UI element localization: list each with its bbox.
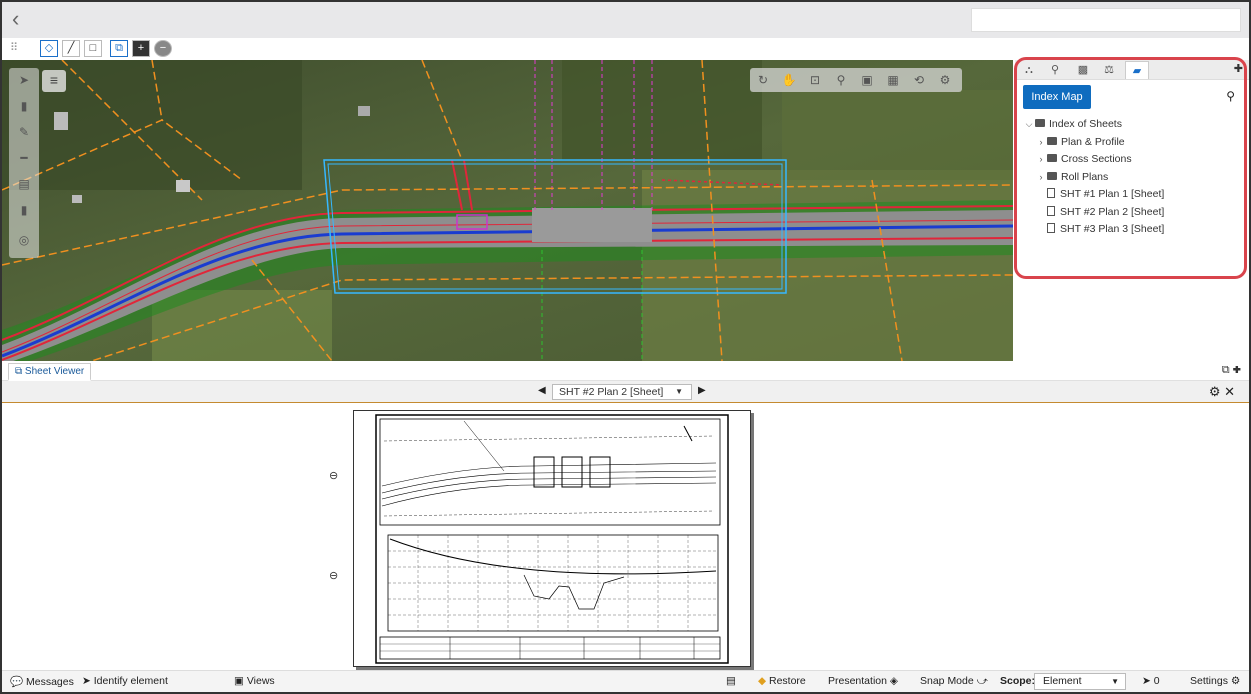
sheet-viewer-icon: ⧉ (15, 366, 25, 377)
close-icon[interactable]: ✕ (1224, 384, 1235, 399)
restore-label: Restore (769, 675, 806, 687)
snap-mode-button[interactable]: Snap Mode ⤻ (920, 675, 988, 688)
snap-icon: ⤻ (976, 675, 988, 687)
tab-sheet-viewer[interactable]: ⧉ Sheet Viewer (8, 363, 92, 381)
restore-button[interactable]: ◆ Restore (758, 675, 806, 687)
views-button[interactable]: ▣ Views (234, 675, 275, 687)
cursor-icon: ➤ (1142, 675, 1151, 687)
remove-selection-icon[interactable]: − (154, 40, 172, 57)
selection-count[interactable]: ➤ 0 (1142, 675, 1160, 687)
identify-element-button[interactable]: ➤ Identify element (82, 675, 168, 687)
select-point-icon[interactable]: ◇ (40, 40, 58, 57)
selection-mode-icon[interactable]: ⧉ (110, 40, 128, 57)
line-tool-icon[interactable]: ━ (15, 150, 33, 166)
highlight-callout (1014, 57, 1247, 279)
measure-icon[interactable]: ▮ (15, 98, 33, 114)
section-marker-icon[interactable]: ⊖ (329, 469, 338, 482)
sheet-dropdown[interactable]: SHT #2 Plan 2 [Sheet] ▼ (552, 384, 692, 400)
sheet-dropdown-value: SHT #2 Plan 2 [Sheet] (559, 386, 664, 398)
identify-label: Identify element (93, 675, 168, 687)
presentation-icon: ◈ (889, 675, 898, 687)
scope-value: Element (1043, 675, 1082, 687)
top-search-input[interactable] (971, 8, 1241, 32)
sheet-navigation-bar: ◀ SHT #2 Plan 2 [Sheet] ▼ ▶ ⚙ ✕ (2, 381, 1249, 403)
settings-label: Settings (1190, 675, 1228, 687)
hamburger-menu-icon[interactable]: ≡ (42, 70, 66, 92)
scope-label: Scope: (1000, 675, 1036, 687)
zoom-icon[interactable]: ⚲ (832, 71, 850, 89)
title-bar: ‹ (2, 2, 1249, 38)
app-window: ‹ ⠿ ◇ ╱ □ ⧉ + − ➤ ▮ ✎ ━ ▤ ▮ ◎ ≡ ↻ ✋ ⊡ ⚲ … (0, 0, 1251, 694)
pin-icon[interactable]: ✚ (1233, 364, 1241, 376)
section-marker-icon[interactable]: ⊖ (329, 569, 338, 582)
tab-sheet-viewer-label: Sheet Viewer (24, 366, 85, 377)
chevron-left-icon[interactable]: ‹ (12, 8, 34, 32)
views-label: Views (246, 675, 275, 687)
popout-icon[interactable]: ⧉ (1222, 364, 1230, 376)
walk-icon[interactable]: ⚙ (936, 71, 954, 89)
pencil-icon[interactable]: ✎ (15, 124, 33, 140)
gear-icon[interactable]: ⚙ (1209, 384, 1221, 399)
add-selection-icon[interactable]: + (132, 40, 150, 57)
map-view[interactable]: ➤ ▮ ✎ ━ ▤ ▮ ◎ ≡ ↻ ✋ ⊡ ⚲ ▣ ▦ ⟲ ⚙ (2, 60, 1013, 361)
grip-icon[interactable]: ⠿ (10, 41, 18, 54)
presentation-button[interactable]: Presentation ◈ (828, 675, 898, 687)
sheet-paper (353, 410, 751, 667)
messages-button[interactable]: 💬 Messages (10, 675, 74, 688)
diamond-icon: ◆ (758, 675, 767, 687)
presentation-label: Presentation (828, 675, 887, 687)
messages-icon: 💬 (10, 676, 24, 688)
chevron-down-icon: ▼ (675, 387, 683, 396)
pan-hand-icon[interactable]: ✋ (780, 71, 798, 89)
clip-volume-icon[interactable]: ▦ (884, 71, 902, 89)
fit-view-icon[interactable]: ⊡ (806, 71, 824, 89)
status-bar: 💬 Messages ➤ Identify element ▣ Views ▤ … (2, 670, 1249, 692)
snap-mode-label: Snap Mode (920, 675, 974, 687)
views-icon: ▣ (234, 675, 244, 687)
window-area-icon[interactable]: ▣ (858, 71, 876, 89)
select-line-icon[interactable]: ╱ (62, 40, 80, 57)
sheet-drawing (375, 414, 729, 664)
rotate-icon[interactable]: ↻ (754, 71, 772, 89)
briefcase-icon[interactable]: ▤ (726, 675, 736, 687)
view-undo-icon[interactable]: ⟲ (910, 71, 928, 89)
messages-label: Messages (26, 676, 74, 688)
scope-dropdown[interactable]: Element ▼ (1034, 673, 1126, 690)
aerial-map-graphics (2, 60, 1013, 361)
sheet-canvas[interactable]: ⊖ ⊖ (2, 403, 1249, 670)
previous-sheet-icon[interactable]: ◀ (538, 385, 546, 396)
compass-icon[interactable]: ◎ (15, 232, 33, 248)
gear-icon: ⚙ (1230, 675, 1241, 687)
chevron-down-icon: ▼ (1111, 677, 1119, 686)
select-arrow-icon[interactable]: ➤ (15, 72, 33, 88)
map-left-toolbar: ➤ ▮ ✎ ━ ▤ ▮ ◎ (9, 68, 39, 258)
select-box-icon[interactable]: □ (84, 40, 102, 57)
ruler-icon[interactable]: ▮ (15, 202, 33, 218)
clipboard-icon[interactable]: ▤ (15, 176, 33, 192)
next-sheet-icon[interactable]: ▶ (698, 385, 706, 396)
cursor-icon: ➤ (82, 675, 91, 687)
settings-button[interactable]: Settings ⚙ (1190, 675, 1240, 687)
selection-count-value: 0 (1153, 675, 1160, 687)
view-navigation-toolbar: ↻ ✋ ⊡ ⚲ ▣ ▦ ⟲ ⚙ (750, 68, 962, 92)
sheet-viewer-tabbar: ⧉ Sheet Viewer ⧉ ✚ (2, 361, 1249, 381)
